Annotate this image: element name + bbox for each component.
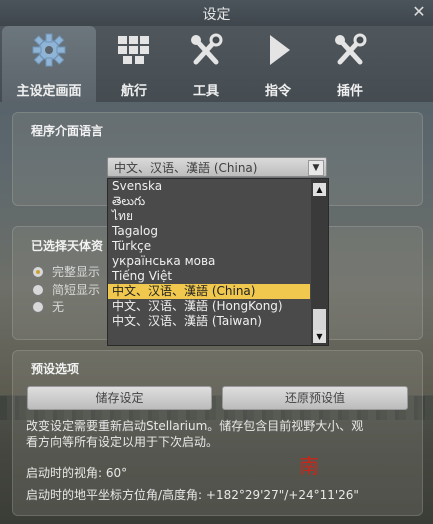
startup-direction: 启动时的地平坐标方位角/高度角: +182°29'27"/+24°11'26" (26, 488, 359, 502)
defaults-panel-title: 预设选项 (31, 362, 80, 376)
list-item[interactable]: Svenska (108, 179, 310, 194)
list-item[interactable]: Türkçe (108, 239, 310, 254)
chevron-down-icon[interactable]: ▼ (308, 160, 324, 176)
tab-scripts-label: 指令 (264, 84, 291, 99)
radio-button[interactable] (32, 265, 44, 278)
radio-label: 无 (52, 300, 65, 314)
save-settings-button[interactable]: 储存设定 (27, 386, 212, 410)
scroll-up-icon[interactable]: ▲ (313, 183, 326, 196)
restore-defaults-button[interactable]: 还原预设值 (222, 386, 408, 410)
tab-tools[interactable]: 工具 (170, 26, 242, 102)
startup-fov: 启动时的视角: 60° (26, 466, 128, 480)
language-dropdown: Svenska తెలుగు ไทย Tagalog Türkçe україн… (107, 178, 329, 346)
scroll-down-icon[interactable]: ▼ (313, 330, 326, 343)
selected-object-panel-title: 已选择天体资 (31, 239, 104, 253)
play-icon (242, 32, 314, 68)
language-combo[interactable]: 中文、汉语、漢語 (China) ▼ (107, 157, 327, 177)
title-bar[interactable]: 设定 ✕ (0, 0, 433, 26)
radio-full-info[interactable]: 完整显示 (32, 263, 100, 280)
tab-plugins[interactable]: 插件 (314, 26, 386, 102)
list-item[interactable]: తెలుగు (108, 194, 310, 209)
tab-plugins-label: 插件 (336, 84, 363, 99)
tools-icon (170, 32, 242, 68)
radio-button[interactable] (32, 300, 44, 313)
list-item[interactable]: Tagalog (108, 224, 310, 239)
list-item[interactable]: ไทย (108, 209, 310, 224)
list-item[interactable]: 中文、汉语、漢語 (Taiwan) (108, 314, 310, 329)
tab-navigation-label: 航行 (120, 84, 147, 99)
plugin-tools-icon (314, 32, 386, 68)
restart-note-line1: 改变设定需要重新启动Stellarium。储存包含目前视野大小、观 (26, 419, 364, 433)
gear-icon (2, 32, 96, 68)
tab-main[interactable]: 主设定画面 (2, 26, 96, 102)
tab-scripts[interactable]: 指令 (242, 26, 314, 102)
settings-window: 设定 ✕ 主设定画面 航行 工具 指令 插件 程序介面语言 已选择天体资 完整显… (0, 0, 433, 524)
language-list: Svenska తెలుగు ไทย Tagalog Türkçe україн… (108, 179, 310, 329)
scrollbar-thumb[interactable] (313, 309, 326, 331)
navigation-grid-icon (98, 32, 170, 68)
list-item[interactable]: українська мова (108, 254, 310, 269)
language-combo-value: 中文、汉语、漢語 (China) (114, 161, 258, 175)
list-item-selected[interactable]: 中文、汉语、漢語 (China) (108, 284, 310, 299)
restart-note-line2: 看方向等所有设定以用于下次启动。 (26, 435, 219, 449)
cardinal-south-label: 南 (299, 454, 319, 478)
language-panel-title: 程序介面语言 (31, 124, 104, 138)
radio-none[interactable]: 无 (32, 298, 64, 315)
tab-navigation[interactable]: 航行 (98, 26, 170, 102)
close-icon[interactable]: ✕ (409, 2, 429, 22)
window-title: 设定 (202, 7, 231, 23)
radio-short-info[interactable]: 简短显示 (32, 281, 100, 298)
radio-label: 完整显示 (52, 265, 101, 279)
list-item[interactable]: Tiếng Việt (108, 269, 310, 284)
tab-tools-label: 工具 (192, 84, 219, 99)
radio-button[interactable] (32, 283, 44, 296)
tab-main-label: 主设定画面 (16, 84, 82, 99)
dropdown-scrollbar[interactable]: ▲ ▼ (311, 179, 328, 345)
tab-bar: 主设定画面 航行 工具 指令 插件 (0, 26, 433, 102)
radio-label: 简短显示 (52, 283, 101, 297)
list-item[interactable]: 中文、汉语、漢語 (HongKong) (108, 299, 310, 314)
